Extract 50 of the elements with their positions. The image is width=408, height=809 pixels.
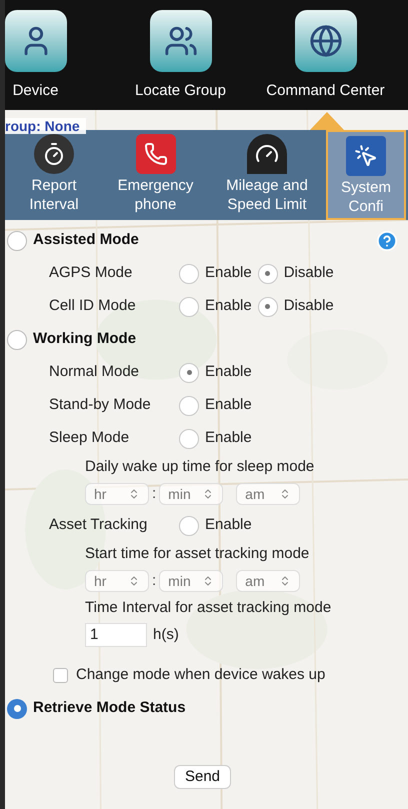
radio-label: Enable	[205, 362, 252, 382]
radio-label: Enable	[205, 428, 252, 448]
app-icon[interactable]	[150, 10, 212, 72]
select-field[interactable]: min	[159, 483, 224, 505]
option-label: Asset Tracking	[49, 515, 148, 536]
tool-tab[interactable]: Mileage and Speed Limit	[208, 130, 326, 220]
tool-tab[interactable]: Emergency phone	[103, 130, 208, 220]
unit-label: h(s)	[153, 624, 179, 645]
mode-title: Working Mode	[33, 329, 136, 350]
tool-icon	[34, 134, 74, 174]
send-button[interactable]: Send	[174, 765, 232, 789]
pointer-triangle	[310, 112, 344, 130]
field-caption: Start time for asset tracking mode	[85, 544, 310, 564]
app-label[interactable]: Device	[12, 80, 58, 102]
field-caption: Time Interval for asset tracking mode	[85, 598, 332, 618]
option-label: Stand-by Mode	[49, 395, 152, 416]
option-label: Sleep Mode	[49, 428, 130, 448]
field-caption: Daily wake up time for sleep mode	[85, 457, 316, 477]
radio-label: Enable	[205, 515, 252, 536]
select-field[interactable]: min	[159, 570, 224, 592]
checkbox[interactable]	[53, 668, 68, 682]
tool-icon	[247, 134, 287, 174]
radio-label: Enable	[205, 263, 252, 284]
option-label: Normal Mode	[49, 362, 140, 382]
option-label: AGPS Mode	[49, 263, 134, 284]
app-label[interactable]: Command Center	[266, 80, 385, 102]
time-separator: :	[152, 484, 156, 504]
option-label: Cell ID Mode	[49, 296, 137, 316]
mode-title: Retrieve Mode Status	[33, 698, 186, 718]
app-icon[interactable]	[294, 10, 356, 72]
radio-label: Disable	[284, 263, 334, 284]
app-label[interactable]: Locate Group	[135, 80, 226, 102]
select-field[interactable]: hr	[85, 570, 149, 592]
time-separator: :	[152, 570, 156, 591]
radio-label: Enable	[205, 296, 252, 316]
select-field[interactable]: am	[236, 570, 300, 592]
radio-label: Disable	[284, 296, 334, 316]
tool-icon	[346, 136, 386, 176]
tool-tab[interactable]: System Confi	[326, 130, 406, 220]
select-field[interactable]: am	[236, 483, 300, 505]
input-field[interactable]: 1	[85, 623, 147, 647]
app-icon[interactable]	[5, 10, 66, 72]
radio-label: Enable	[205, 395, 252, 416]
chevron-icon	[128, 575, 140, 587]
checkbox-label: Change mode when device wakes up	[76, 664, 326, 685]
group-label: roup: None	[5, 118, 86, 134]
mode-title: Assisted Mode	[33, 230, 139, 250]
select-field[interactable]: hr	[85, 483, 149, 505]
chevron-icon	[128, 488, 140, 500]
tool-icon	[136, 134, 176, 174]
